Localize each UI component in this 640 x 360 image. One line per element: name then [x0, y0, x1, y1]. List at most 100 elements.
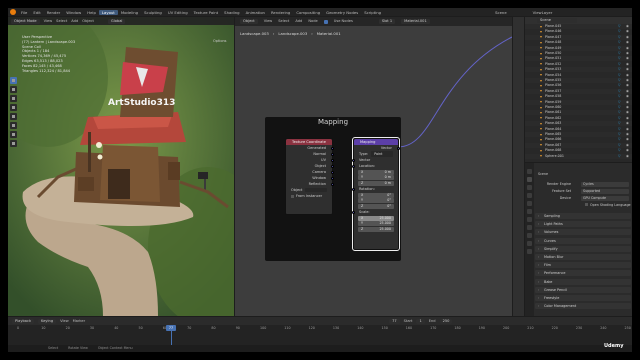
outliner-item[interactable]: Plane.064 ▽ ◉	[525, 127, 632, 132]
outliner-item[interactable]: Plane.046 ▽ ◉	[525, 29, 632, 34]
filter-icon[interactable]: ▽	[618, 83, 621, 88]
filter-icon[interactable]: ▽	[618, 24, 621, 29]
eye-icon[interactable]: ◉	[626, 110, 629, 115]
outliner-item[interactable]: Plane.050 ▽ ◉	[525, 51, 632, 56]
tab-modeling[interactable]: Modeling	[118, 10, 141, 15]
eye-icon[interactable]: ◉	[626, 35, 629, 40]
filter-icon[interactable]: ▽	[618, 143, 621, 148]
outliner-item[interactable]: Plane.065 ▽ ◉	[525, 132, 632, 137]
device-dropdown[interactable]: GPU Compute	[581, 195, 629, 201]
keying-menu[interactable]: Keying	[38, 318, 57, 324]
panel-sampling[interactable]: › Sampling	[535, 213, 631, 219]
physics-tab-icon[interactable]	[527, 241, 532, 246]
filter-icon[interactable]: ▽	[618, 148, 621, 153]
transform-orientation-dropdown[interactable]: Global	[107, 18, 126, 24]
object-picker[interactable]	[305, 188, 328, 192]
outliner-item[interactable]: Plane.052 ▽ ◉	[525, 62, 632, 67]
cursor-tool-icon[interactable]	[10, 86, 17, 93]
panel-motion-blur[interactable]: › Motion Blur	[535, 254, 631, 260]
scale-x-field[interactable]: X 25.000	[358, 215, 394, 221]
eye-icon[interactable]: ◉	[626, 94, 629, 99]
tab-layout[interactable]: Layout	[98, 9, 118, 15]
world-tab-icon[interactable]	[527, 209, 532, 214]
options-button[interactable]: Options	[213, 39, 227, 44]
osl-checkbox[interactable]	[585, 203, 588, 206]
location-x-field[interactable]: X0 m	[358, 169, 394, 175]
outliner-item[interactable]: Plane.049 ▽ ◉	[525, 45, 632, 51]
viewport-menu-select[interactable]: Select	[56, 19, 67, 24]
scale-tool-icon[interactable]	[10, 113, 17, 120]
eye-icon[interactable]: ◉	[626, 51, 629, 56]
panel-volumes[interactable]: › Volumes	[535, 229, 631, 236]
socket-icon[interactable]	[352, 158, 355, 162]
tab-compositing[interactable]: Compositing	[293, 10, 323, 15]
panel-curves[interactable]: › Curves	[535, 237, 631, 244]
mapping-node[interactable]: Mapping Vector Type: Point Vector Locati…	[352, 137, 400, 251]
tab-texture-paint[interactable]: Texture Paint	[191, 10, 222, 15]
eye-icon[interactable]: ◉	[626, 78, 629, 83]
filter-icon[interactable]: ▽	[618, 89, 621, 94]
filter-icon[interactable]: ▽	[618, 121, 621, 126]
location-z-field[interactable]: Z0 m	[358, 180, 394, 186]
menu-render[interactable]: Render	[44, 10, 64, 15]
eye-icon[interactable]: ◉	[626, 62, 629, 67]
panel-performance[interactable]: › Performance	[535, 270, 631, 277]
blender-logo-icon[interactable]	[10, 9, 16, 15]
outliner-item[interactable]: Plane.067 ▽ ◉	[525, 142, 632, 148]
outliner-item[interactable]: Plane.054 ▽ ◉	[525, 73, 632, 78]
filter-icon[interactable]: ▽	[618, 62, 621, 67]
tab-shading[interactable]: Shading	[221, 10, 242, 15]
socket-icon[interactable]	[331, 182, 334, 186]
outliner-item[interactable]: Plane.051 ▽ ◉	[525, 56, 632, 62]
eye-icon[interactable]: ◉	[626, 132, 629, 137]
filter-icon[interactable]: ▽	[618, 46, 621, 51]
menu-help[interactable]: Help	[84, 10, 99, 15]
eye-icon[interactable]: ◉	[626, 24, 629, 29]
eye-icon[interactable]: ◉	[626, 121, 629, 126]
particles-tab-icon[interactable]	[527, 233, 532, 238]
menu-file[interactable]: File	[18, 10, 30, 15]
eye-icon[interactable]: ◉	[626, 105, 629, 110]
menu-window[interactable]: Window	[63, 10, 84, 15]
scene-selector[interactable]: Scene	[492, 10, 510, 15]
filter-icon[interactable]: ▽	[618, 100, 621, 105]
socket-icon[interactable]	[331, 176, 334, 180]
eye-icon[interactable]: ◉	[626, 116, 629, 121]
panel-bake[interactable]: › Bake	[535, 278, 631, 285]
timeline-view-menu[interactable]: View	[60, 319, 69, 324]
socket-icon[interactable]	[352, 187, 355, 191]
current-frame-field[interactable]: 77	[389, 318, 400, 324]
eye-icon[interactable]: ◉	[626, 154, 629, 159]
properties-editor[interactable]: Scene Render Engine Cycles Feature Set Sup…	[525, 163, 632, 316]
panel-color-management[interactable]: › Color Management	[535, 303, 631, 310]
outliner-item[interactable]: Plane.048 ▽ ◉	[525, 40, 632, 45]
outliner-item[interactable]: Plane.047 ▽ ◉	[525, 34, 632, 40]
outliner-search[interactable]: Scene	[537, 18, 577, 23]
3d-viewport[interactable]: ArtStudio313 Object Mode View Select Add…	[8, 17, 234, 316]
socket-icon[interactable]	[331, 164, 334, 168]
eye-icon[interactable]: ◉	[626, 137, 629, 142]
shader-node-editor[interactable]: Object View Select Add Node Use Nodes Sl…	[235, 17, 512, 316]
outliner-item[interactable]: Plane.063 ▽ ◉	[525, 121, 632, 127]
eye-icon[interactable]: ◉	[626, 127, 629, 132]
eye-icon[interactable]: ◉	[626, 100, 629, 105]
from-instancer-checkbox[interactable]	[291, 194, 294, 198]
tool-tab-icon[interactable]	[527, 169, 532, 174]
outliner-item[interactable]: Plane.061 ▽ ◉	[525, 110, 632, 116]
tab-scripting[interactable]: Scripting	[361, 10, 384, 15]
panel-film[interactable]: › Film	[535, 262, 631, 269]
render-engine-dropdown[interactable]: Cycles	[581, 181, 629, 187]
outliner-item[interactable]: Plane.068 ▽ ◉	[525, 148, 632, 153]
tab-sculpting[interactable]: Sculpting	[141, 10, 165, 15]
tab-uv-editing[interactable]: UV Editing	[165, 10, 191, 15]
filter-icon[interactable]: ▽	[618, 78, 621, 83]
filter-icon[interactable]: ▽	[618, 51, 621, 56]
socket-icon[interactable]	[352, 164, 355, 168]
tab-rendering[interactable]: Rendering	[268, 10, 293, 15]
scene-tab-icon[interactable]	[527, 201, 532, 206]
socket-icon[interactable]	[331, 152, 334, 156]
outliner-item[interactable]: Plane.058 ▽ ◉	[525, 94, 632, 99]
filter-icon[interactable]: ▽	[618, 154, 621, 159]
view-layer-selector[interactable]: ViewLayer	[530, 10, 556, 15]
outliner-item[interactable]: Plane.060 ▽ ◉	[525, 105, 632, 110]
